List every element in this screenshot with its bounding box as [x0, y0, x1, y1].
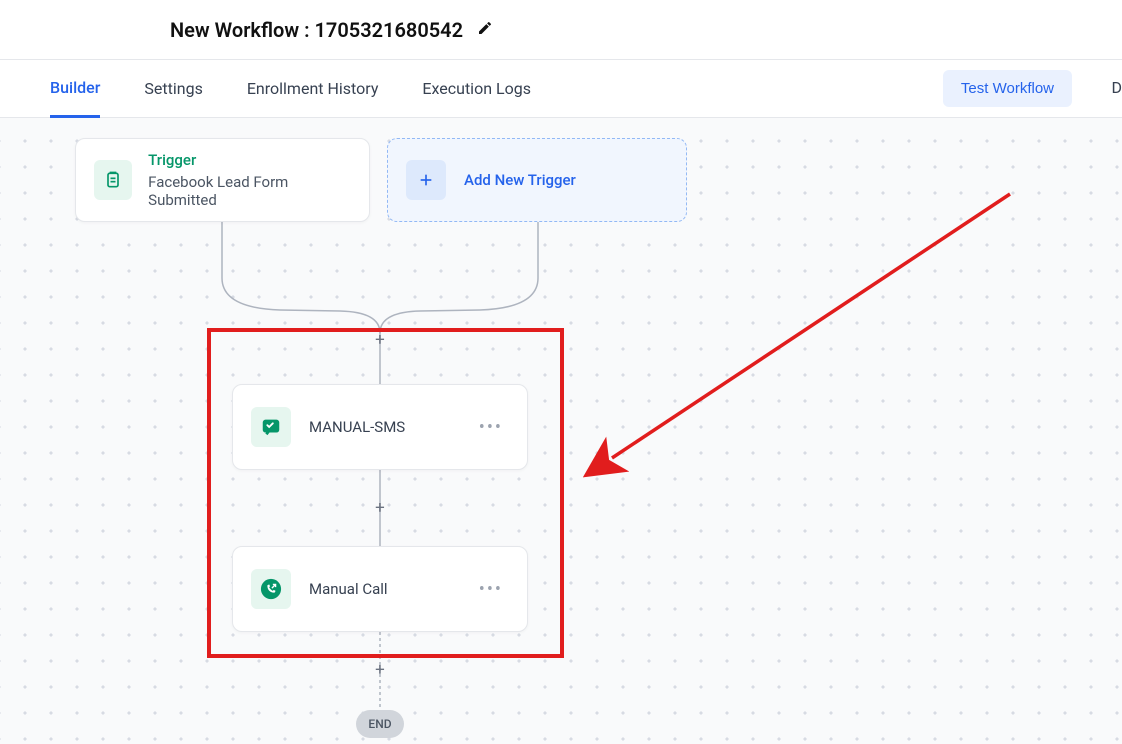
tab-builder[interactable]: Builder: [50, 60, 100, 118]
test-workflow-button[interactable]: Test Workflow: [943, 70, 1072, 107]
workflow-title: New Workflow : 1705321680542: [170, 18, 463, 42]
tab-settings[interactable]: Settings: [144, 61, 202, 116]
tab-enrollment-history[interactable]: Enrollment History: [247, 61, 379, 116]
annotation-arrow: [0, 118, 1122, 744]
nav-tabs: Builder Settings Enrollment History Exec…: [0, 60, 1122, 118]
workflow-header: New Workflow : 1705321680542: [0, 0, 1122, 60]
workflow-canvas[interactable]: Trigger Facebook Lead Form Submitted Add…: [0, 118, 1122, 744]
pencil-icon[interactable]: [477, 20, 493, 40]
cropped-nav-item[interactable]: D: [1112, 78, 1122, 97]
tab-execution-logs[interactable]: Execution Logs: [422, 61, 531, 116]
